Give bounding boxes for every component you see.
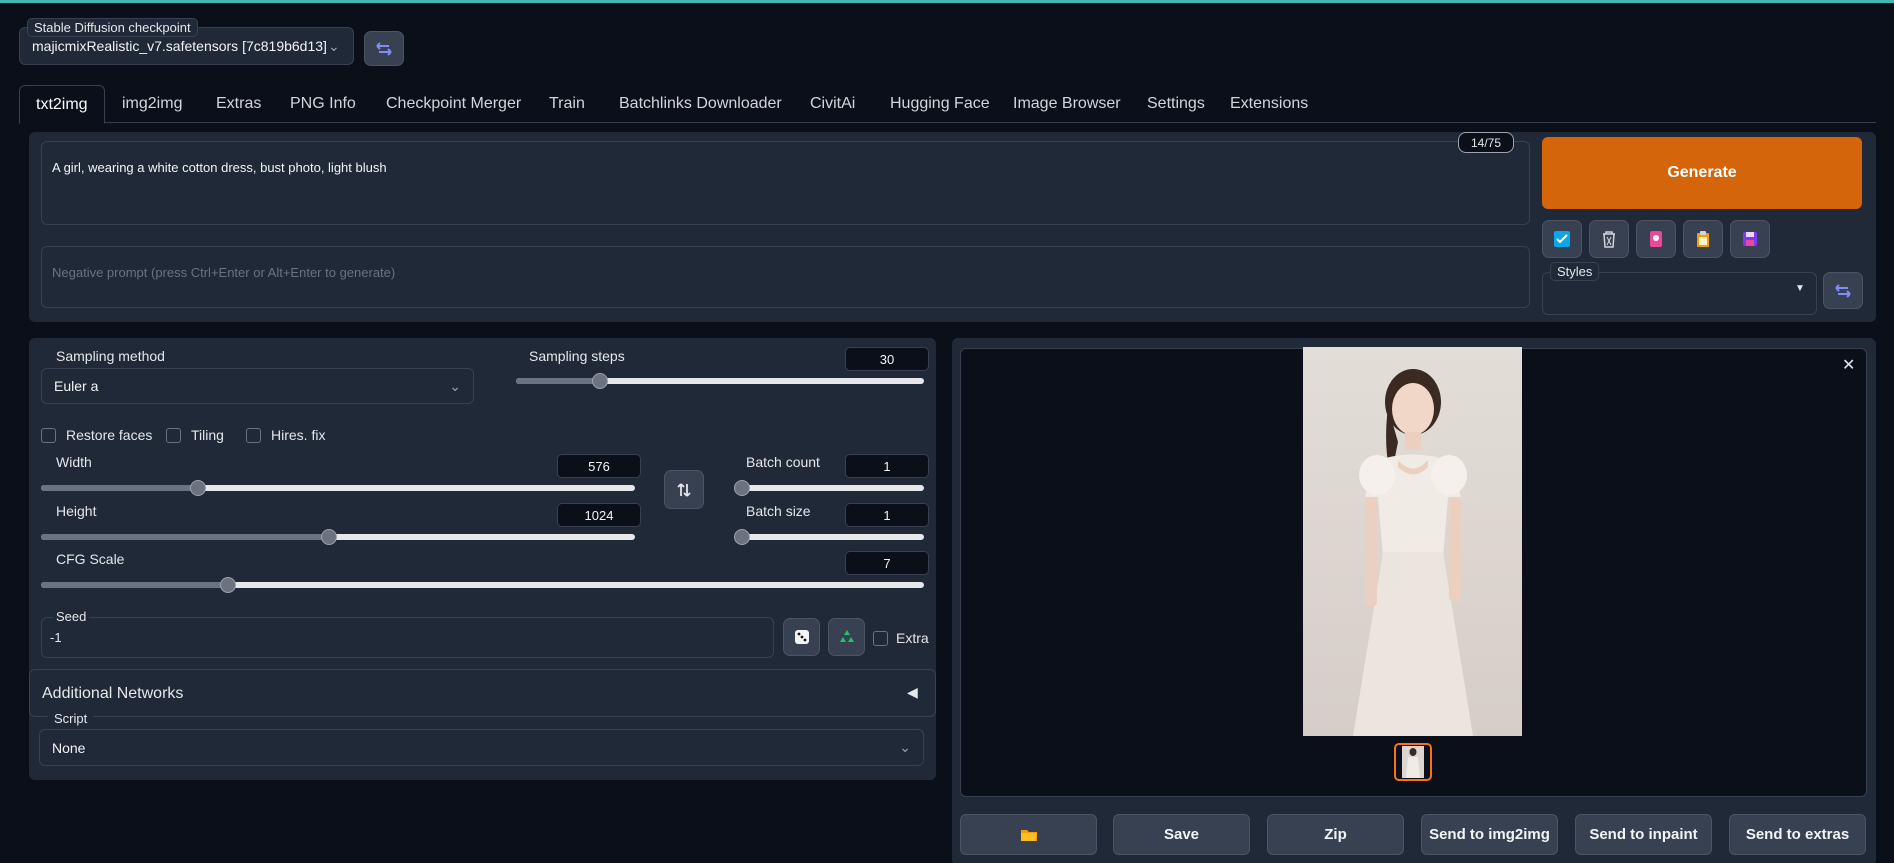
close-icon[interactable]: ✕ bbox=[1842, 355, 1855, 375]
tab-img2img[interactable]: img2img bbox=[106, 85, 198, 123]
refresh-icon bbox=[376, 41, 392, 56]
cfg-scale-input[interactable]: 7 bbox=[845, 551, 929, 575]
additional-networks-accordion[interactable]: Additional Networks ◀ bbox=[29, 669, 936, 717]
slider-thumb[interactable] bbox=[320, 529, 337, 545]
script-value: None bbox=[52, 739, 86, 756]
additional-networks-label: Additional Networks bbox=[42, 685, 184, 702]
tiling-checkbox[interactable] bbox=[166, 427, 181, 443]
extra-seed-checkbox[interactable] bbox=[873, 630, 888, 646]
tab-batchlinks-downloader[interactable]: Batchlinks Downloader bbox=[603, 85, 798, 123]
extra-seed-label: Extra bbox=[896, 630, 929, 646]
height-input[interactable]: 1024 bbox=[557, 503, 641, 527]
dice-icon bbox=[794, 630, 809, 644]
checkbox-icon bbox=[1554, 231, 1570, 247]
apply-style-button[interactable] bbox=[1636, 220, 1676, 258]
batch-count-label: Batch count bbox=[746, 454, 820, 470]
sampling-steps-input[interactable]: 30 bbox=[845, 347, 929, 371]
style-icon bbox=[1650, 231, 1662, 247]
gallery-thumbnail[interactable] bbox=[1394, 743, 1432, 781]
trash-icon bbox=[1603, 231, 1615, 248]
tab-png-info[interactable]: PNG Info bbox=[274, 85, 372, 123]
negative-prompt-input[interactable]: Negative prompt (press Ctrl+Enter or Alt… bbox=[41, 246, 1530, 308]
generated-image[interactable] bbox=[1303, 347, 1522, 736]
caret-down-icon: ▼ bbox=[1795, 283, 1805, 294]
chevron-down-icon: ⌄ bbox=[328, 38, 340, 54]
paste-button[interactable] bbox=[1683, 220, 1723, 258]
thumbnail-image bbox=[1402, 746, 1424, 778]
seed-value: -1 bbox=[50, 630, 62, 645]
send-to-img2img-button[interactable]: Send to img2img bbox=[1421, 814, 1558, 855]
floppy-icon bbox=[1743, 232, 1757, 246]
hires-fix-checkbox[interactable] bbox=[246, 427, 261, 443]
hires-fix-label: Hires. fix bbox=[271, 427, 326, 443]
clear-prompt-button[interactable] bbox=[1589, 220, 1629, 258]
checkpoint-label: Stable Diffusion checkpoint bbox=[27, 18, 198, 37]
girl-portrait-image bbox=[1353, 369, 1473, 736]
batch-count-input[interactable]: 1 bbox=[845, 454, 929, 478]
tab-hugging-face[interactable]: Hugging Face bbox=[874, 85, 1006, 123]
sampling-method-label: Sampling method bbox=[56, 348, 165, 364]
height-label: Height bbox=[56, 503, 97, 519]
script-label: Script bbox=[48, 711, 94, 726]
save-button[interactable]: Save bbox=[1113, 814, 1250, 855]
batch-size-label: Batch size bbox=[746, 503, 811, 519]
send-to-inpaint-button[interactable]: Send to inpaint bbox=[1575, 814, 1712, 855]
cfg-scale-label: CFG Scale bbox=[56, 551, 125, 567]
show-extra-networks-button[interactable] bbox=[1542, 220, 1582, 258]
collapse-arrow-icon: ◀ bbox=[907, 684, 918, 700]
refresh-checkpoint-button[interactable] bbox=[364, 31, 404, 66]
batch-size-input[interactable]: 1 bbox=[845, 503, 929, 527]
sampling-method-dropdown[interactable]: Euler a ⌄ bbox=[41, 368, 474, 404]
tiling-label: Tiling bbox=[191, 427, 224, 443]
tab-extensions[interactable]: Extensions bbox=[1214, 85, 1324, 123]
chevron-down-icon: ⌄ bbox=[449, 377, 461, 394]
restore-faces-label: Restore faces bbox=[66, 427, 153, 443]
chevron-down-icon: ⌄ bbox=[899, 739, 911, 755]
seed-input[interactable]: -1 bbox=[41, 617, 774, 658]
styles-label: Styles bbox=[1550, 262, 1600, 281]
checkpoint-value: majicmixRealistic_v7.safetensors [7c819b… bbox=[32, 38, 327, 54]
prompt-text: A girl, wearing a white cotton dress, bu… bbox=[52, 160, 387, 175]
zip-button[interactable]: Zip bbox=[1267, 814, 1404, 855]
random-seed-button[interactable] bbox=[783, 618, 820, 656]
clipboard-icon bbox=[1697, 231, 1709, 247]
generate-button[interactable]: Generate bbox=[1542, 137, 1862, 209]
sampling-steps-label: Sampling steps bbox=[529, 348, 625, 364]
save-style-button[interactable] bbox=[1730, 220, 1770, 258]
open-folder-button[interactable] bbox=[960, 814, 1097, 855]
tab-train[interactable]: Train bbox=[533, 85, 601, 123]
slider-thumb[interactable] bbox=[734, 480, 750, 496]
tab-checkpoint-merger[interactable]: Checkpoint Merger bbox=[370, 85, 537, 123]
batch-size-slider[interactable] bbox=[734, 529, 924, 545]
tab-settings[interactable]: Settings bbox=[1131, 85, 1221, 123]
seed-label: Seed bbox=[53, 609, 90, 624]
tab-txt2img[interactable]: txt2img bbox=[19, 85, 105, 124]
restore-faces-checkbox[interactable] bbox=[41, 427, 56, 443]
reuse-seed-button[interactable] bbox=[828, 618, 865, 656]
sampling-steps-slider[interactable] bbox=[516, 373, 924, 389]
send-to-extras-button[interactable]: Send to extras bbox=[1729, 814, 1866, 855]
script-dropdown[interactable]: None ⌄ bbox=[39, 729, 924, 766]
folder-icon bbox=[1020, 829, 1037, 841]
refresh-icon bbox=[1835, 283, 1851, 298]
width-input[interactable]: 576 bbox=[557, 454, 641, 478]
token-counter: 14/75 bbox=[1458, 132, 1514, 153]
cfg-scale-slider[interactable] bbox=[41, 577, 924, 593]
refresh-styles-button[interactable] bbox=[1823, 272, 1863, 309]
batch-count-slider[interactable] bbox=[734, 480, 924, 496]
height-slider[interactable] bbox=[41, 529, 635, 545]
swap-dimensions-button[interactable] bbox=[664, 470, 704, 509]
tab-image-browser[interactable]: Image Browser bbox=[997, 85, 1137, 123]
recycle-icon bbox=[839, 630, 854, 642]
width-slider[interactable] bbox=[41, 480, 635, 496]
tab-civitai[interactable]: CivitAi bbox=[794, 85, 871, 123]
negative-prompt-placeholder: Negative prompt (press Ctrl+Enter or Alt… bbox=[52, 265, 396, 280]
sampling-method-value: Euler a bbox=[54, 378, 99, 394]
width-label: Width bbox=[56, 454, 92, 470]
prompt-input[interactable]: A girl, wearing a white cotton dress, bu… bbox=[41, 141, 1530, 225]
swap-icon bbox=[677, 482, 691, 497]
slider-thumb[interactable] bbox=[734, 529, 750, 545]
tab-extras[interactable]: Extras bbox=[200, 85, 277, 123]
